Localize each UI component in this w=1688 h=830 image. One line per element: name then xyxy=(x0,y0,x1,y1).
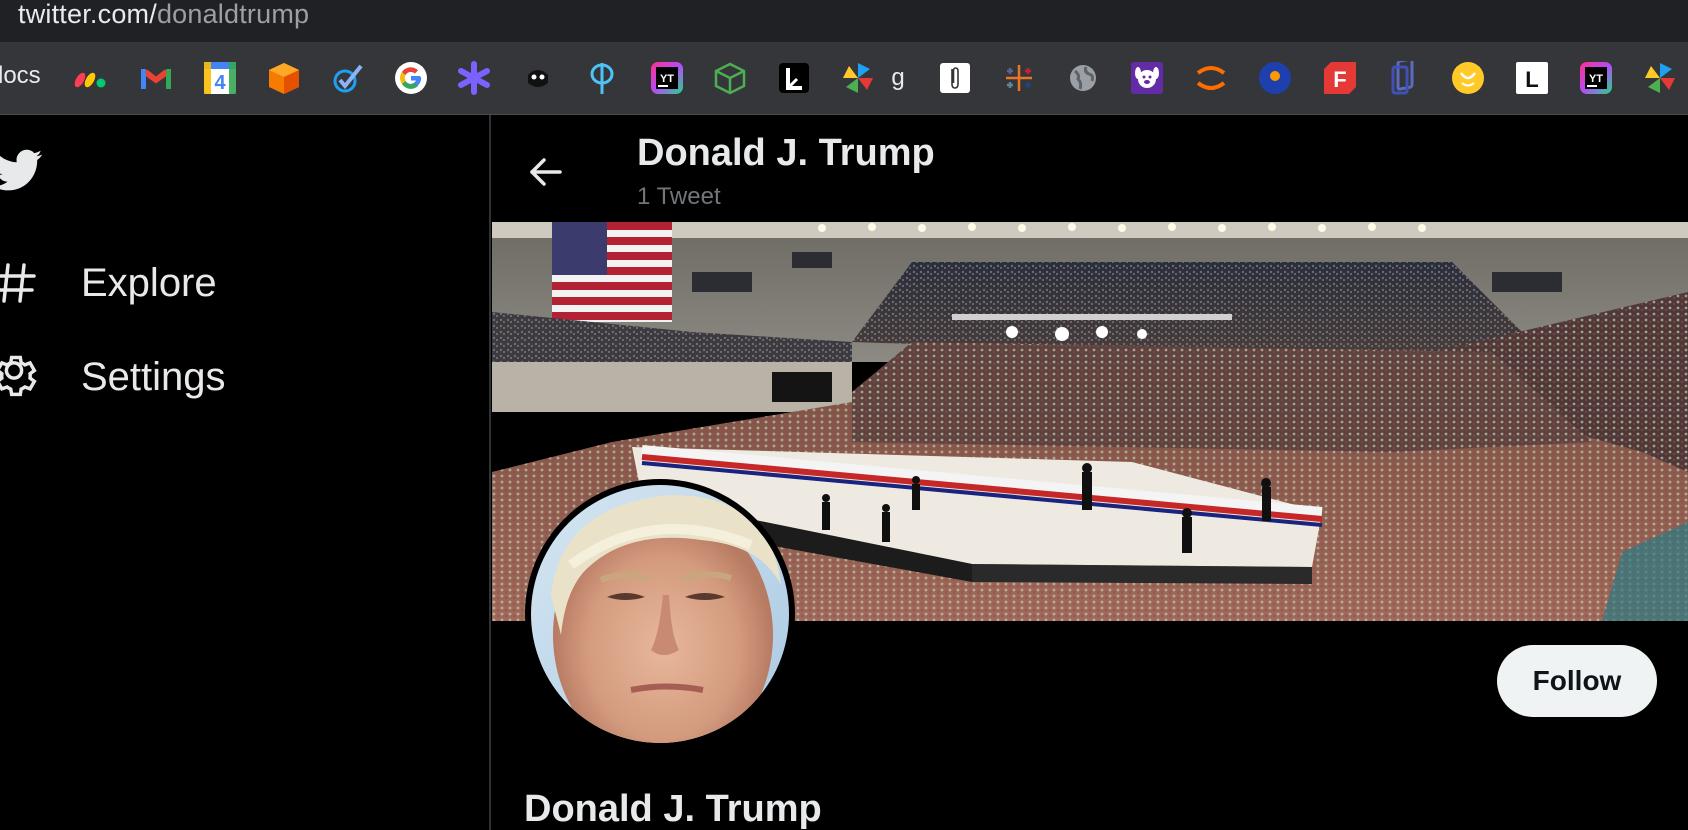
address-bar[interactable]: twitter.com/donaldtrump xyxy=(0,0,1688,42)
gear-icon xyxy=(0,351,40,403)
spy-icon[interactable] xyxy=(520,60,556,96)
url-host: twitter.com/ xyxy=(18,0,157,29)
dot-circle-icon[interactable] xyxy=(1257,60,1293,96)
bookmark-docs[interactable]: locs xyxy=(0,62,41,90)
url-text[interactable]: twitter.com/donaldtrump xyxy=(18,0,309,30)
google-icon[interactable] xyxy=(393,60,429,96)
g-text-icon[interactable]: g xyxy=(880,60,916,96)
yt-app-text: YT xyxy=(660,73,674,85)
google-calendar-icon[interactable]: 4 xyxy=(202,60,238,96)
l-square-icon[interactable]: L xyxy=(1514,60,1550,96)
monday-icon[interactable] xyxy=(72,60,108,96)
phi-icon[interactable] xyxy=(584,60,620,96)
yt-app-text-2: YT xyxy=(1589,73,1603,85)
twitter-bird-icon[interactable] xyxy=(0,145,44,195)
header-tweet-count: 1 Tweet xyxy=(637,183,721,210)
purple-star-icon[interactable] xyxy=(456,60,492,96)
checkmark-icon[interactable] xyxy=(330,60,366,96)
tableau-icon[interactable] xyxy=(1001,60,1037,96)
pinwheel-icon[interactable] xyxy=(840,60,876,96)
follow-button[interactable]: Follow xyxy=(1497,645,1657,717)
gmail-icon[interactable] xyxy=(138,60,174,96)
f-app-icon[interactable]: F xyxy=(1322,60,1358,96)
sidebar: Explore Settings xyxy=(0,115,491,830)
bookmarks-bar: locs 4 YT g F L YT xyxy=(0,42,1688,115)
paperclip-icon[interactable] xyxy=(937,60,973,96)
arc-icon[interactable] xyxy=(1193,60,1229,96)
cube-outline-icon[interactable] xyxy=(712,60,748,96)
dog-icon[interactable] xyxy=(1129,60,1165,96)
profile-main: Donald J. Trump 1 Tweet Follow Donald J.… xyxy=(491,115,1688,830)
header-title: Donald J. Trump xyxy=(637,132,935,174)
url-path: donaldtrump xyxy=(156,0,310,29)
profile-display-name: Donald J. Trump xyxy=(524,788,822,830)
yt-app-icon-2[interactable]: YT xyxy=(1578,60,1614,96)
sidebar-item-label: Settings xyxy=(81,354,226,399)
l-square-text: L xyxy=(1525,67,1538,92)
layers-icon[interactable] xyxy=(1386,60,1422,96)
orange-cube-icon[interactable] xyxy=(266,60,302,96)
smiley-icon[interactable] xyxy=(1450,60,1486,96)
calendar-day-text: 4 xyxy=(214,72,226,94)
profile-avatar[interactable] xyxy=(525,479,795,749)
back-arrow-icon[interactable] xyxy=(524,150,568,194)
sidebar-item-label: Explore xyxy=(81,260,217,305)
f-app-text: F xyxy=(1333,67,1346,92)
yt-app-icon[interactable]: YT xyxy=(649,60,685,96)
pinwheel-icon-2[interactable] xyxy=(1642,60,1678,96)
globe-icon[interactable] xyxy=(1065,60,1101,96)
hashtag-icon xyxy=(0,257,40,309)
l-app-icon[interactable] xyxy=(776,60,812,96)
